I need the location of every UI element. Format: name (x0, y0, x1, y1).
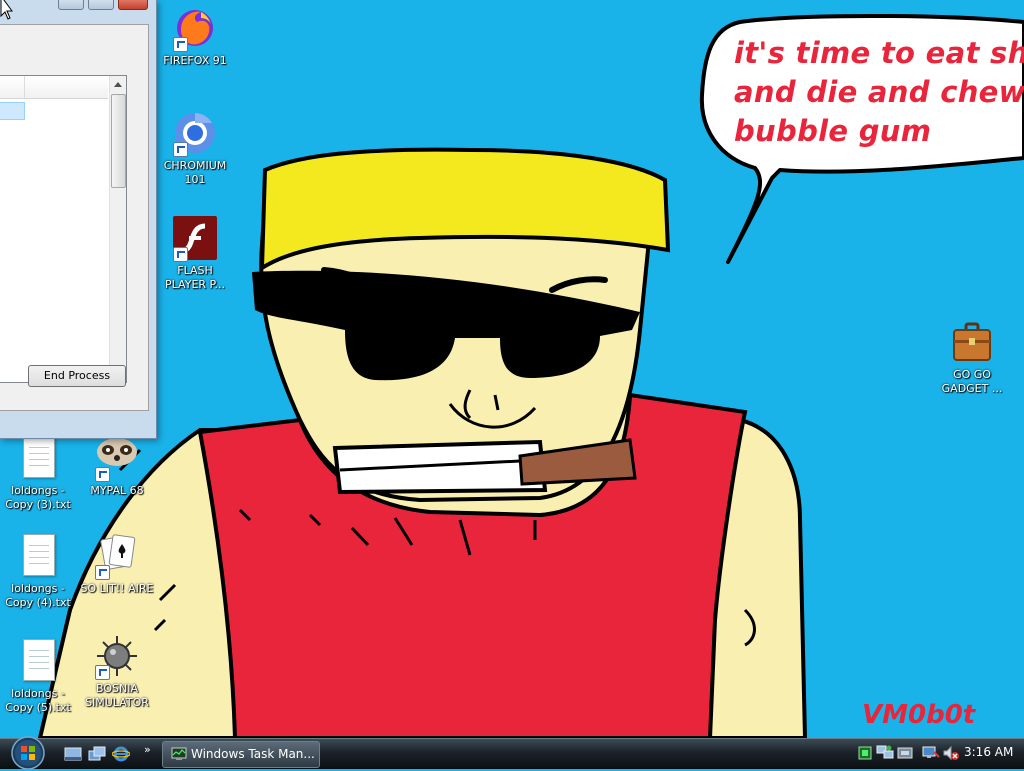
text-document-icon (14, 532, 62, 580)
network-tray-icon[interactable] (876, 745, 894, 761)
volume-muted-icon[interactable] (942, 745, 960, 761)
shortcut-arrow-icon (95, 467, 110, 482)
display-tray-icon[interactable] (922, 745, 940, 761)
green-square-tray-icon[interactable] (858, 746, 872, 760)
process-list-header[interactable] (0, 76, 108, 99)
icon-label: GO GO GADGET ... (941, 368, 1003, 395)
switch-windows-icon[interactable] (88, 746, 106, 762)
desktop: it's time to eat shit and die and chew b… (0, 0, 1024, 738)
mouse-cursor-icon (0, 0, 13, 20)
desktop-icon-flash-player[interactable]: FLASH PLAYER P... (157, 214, 233, 292)
shortcut-arrow-icon (173, 142, 188, 157)
firefox-icon (171, 4, 219, 52)
desktop-icon-firefox[interactable]: FIREFOX 91 (157, 4, 233, 68)
desktop-icon-bosnia-simulator[interactable]: BOSNIA SIMULATOR (79, 632, 155, 710)
desktop-icon-loldongs-5[interactable]: loldongs - Copy (5).txt (0, 637, 76, 715)
icon-label: BOSNIA SIMULATOR (85, 682, 149, 709)
speech-bubble-text: it's time to eat shit and die and chew b… (734, 34, 1024, 151)
icon-label: CHROMIUM 101 (163, 159, 227, 186)
hardware-tray-icon[interactable] (896, 745, 914, 761)
maximize-button[interactable] (88, 0, 114, 10)
speech-line-3: bubble gum (734, 114, 932, 148)
spiked-mine-icon (93, 632, 141, 680)
speech-line-2: and die and chew (734, 75, 1024, 109)
process-list[interactable] (0, 75, 127, 383)
taskbar-button-label: Windows Task Man... (191, 747, 315, 761)
task-manager-icon (171, 747, 187, 760)
solitaire-cards-icon (93, 532, 141, 580)
speech-line-1: it's time to eat shit (734, 36, 1024, 70)
icon-label: loldongs - Copy (4).txt (5, 582, 71, 609)
chromium-icon (171, 109, 219, 157)
icon-label: FIREFOX 91 (163, 54, 227, 67)
mypal-raccoon-icon (93, 434, 141, 482)
icon-label: SO LIT!! AIRE (80, 582, 154, 595)
show-desktop-icon[interactable] (64, 746, 82, 762)
taskbar-button-task-manager[interactable]: Windows Task Man... (162, 741, 320, 768)
icon-label: loldongs - Copy (5).txt (5, 687, 71, 714)
text-document-icon (14, 434, 62, 482)
desktop-icon-loldongs-3[interactable]: loldongs - Copy (3).txt (0, 434, 76, 512)
task-manager-window[interactable]: End Process (0, 0, 157, 439)
scrollbar-thumb[interactable] (111, 94, 126, 188)
minimize-button[interactable] (58, 0, 84, 10)
desktop-icon-solitaire[interactable]: SO LIT!! AIRE (79, 532, 155, 596)
icon-label: FLASH PLAYER P... (165, 264, 225, 291)
artist-signature: VM0b0t (862, 700, 976, 730)
shortcut-arrow-icon (95, 665, 110, 680)
vertical-scrollbar[interactable] (109, 76, 126, 382)
close-button[interactable] (118, 0, 148, 10)
shortcut-arrow-icon (173, 247, 188, 262)
shortcut-arrow-icon (95, 565, 110, 580)
task-manager-body: End Process (0, 24, 149, 411)
briefcase-icon (948, 318, 996, 366)
icon-label: loldongs - Copy (3).txt (5, 484, 71, 511)
shortcut-arrow-icon (173, 37, 188, 52)
end-process-button[interactable]: End Process (28, 365, 126, 387)
scroll-up-arrow-icon[interactable] (114, 82, 122, 87)
desktop-icon-chromium[interactable]: CHROMIUM 101 (157, 109, 233, 187)
desktop-icon-go-go-gadget[interactable]: GO GO GADGET ... (934, 318, 1010, 396)
flash-player-icon (171, 214, 219, 262)
system-clock[interactable]: 3:16 AM (964, 745, 1013, 759)
desktop-icon-loldongs-4[interactable]: loldongs - Copy (4).txt (0, 532, 76, 610)
icon-label: MYPAL 68 (90, 484, 144, 497)
taskbar: » Windows Task Man... 3:16 AM (0, 735, 1024, 771)
internet-explorer-icon[interactable] (112, 746, 130, 762)
selected-process-row[interactable] (0, 102, 25, 120)
start-button[interactable] (6, 735, 50, 771)
quick-launch-overflow[interactable]: » (144, 743, 151, 756)
desktop-icon-mypal[interactable]: MYPAL 68 (79, 434, 155, 498)
text-document-icon (14, 637, 62, 685)
